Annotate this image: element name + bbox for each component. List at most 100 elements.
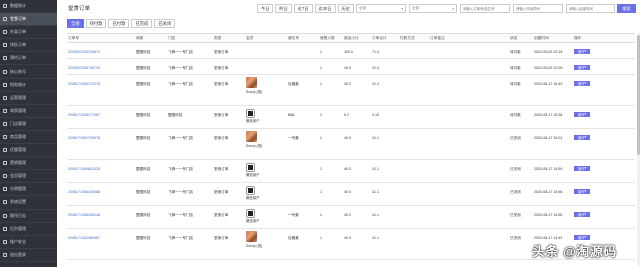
sidebar-item[interactable]: 系统设置 xyxy=(0,196,57,210)
row-action-label: 操作 xyxy=(577,212,585,217)
column-header: 就餐人数 xyxy=(320,35,335,40)
sidebar-item[interactable]: 排队订单 xyxy=(0,39,57,53)
cell-order-no[interactable]: 2008171442480567 xyxy=(67,229,135,259)
cell-total: 41.1 xyxy=(372,213,379,217)
cell-order-no[interactable]: 2008171459602325 xyxy=(67,160,135,182)
cell-people: 1 xyxy=(320,50,322,54)
cell-pay xyxy=(399,183,429,205)
column-header: 商家 xyxy=(136,35,144,40)
row-action-button[interactable]: 操作 ▾ xyxy=(574,165,590,171)
order-search-input[interactable] xyxy=(460,4,510,13)
sidebar-item[interactable]: 外卖订单 xyxy=(0,26,57,40)
menu-icon xyxy=(3,108,7,113)
date-filter-button[interactable]: 近30日 xyxy=(314,4,336,13)
sidebar-item[interactable]: 门店管理 xyxy=(0,118,57,131)
row-action-button[interactable]: 操作 ▾ xyxy=(574,134,590,140)
avatar xyxy=(246,231,257,242)
cell-order-no[interactable]: 2008171456430088 xyxy=(67,183,135,205)
cell-order-no[interactable]: 2008171455260246 xyxy=(67,206,135,228)
start-time-input[interactable] xyxy=(513,4,563,13)
cell-status: 已关闭 xyxy=(510,213,521,217)
cell-created: 2020-08-17 15:38 xyxy=(534,113,563,117)
cell-order-no[interactable]: 2008171501790578 xyxy=(67,129,135,159)
sidebar-item-label: 操作日志 xyxy=(10,212,26,218)
sidebar-item[interactable]: 分销管理 xyxy=(0,183,57,197)
sidebar-item-label: 核心账号 xyxy=(10,68,26,74)
row-action-button[interactable]: 操作 ▾ xyxy=(574,64,590,70)
action-cell: 操作 ▾ xyxy=(573,183,613,205)
sidebar-item-label: 营销管理 xyxy=(10,160,26,166)
cell-people: 1 xyxy=(320,66,322,70)
cell-order-no[interactable]: 2209022235193670 xyxy=(67,43,135,58)
chevron-down-icon: ▾ xyxy=(452,6,454,11)
search-button[interactable]: 搜索 xyxy=(617,4,636,13)
menu-icon xyxy=(3,82,7,87)
cell-pay xyxy=(399,106,429,128)
member-cell: 微信用户 xyxy=(245,106,287,128)
sidebar-item[interactable]: 营销管理 xyxy=(0,157,57,171)
status-select[interactable]: 全部 ▾ xyxy=(409,4,457,13)
sidebar-item[interactable]: 数据统计 xyxy=(0,0,57,14)
menu-icon xyxy=(3,226,7,231)
row-action-button[interactable]: 操作 ▾ xyxy=(574,80,590,86)
date-filter-button[interactable]: 近7日 xyxy=(293,4,313,13)
member-name: Sonny (测) xyxy=(246,144,263,148)
chevron-down-icon: ▾ xyxy=(584,235,587,240)
date-filter-button[interactable]: 今日 xyxy=(257,4,274,13)
end-time-input[interactable] xyxy=(566,4,615,13)
column-header: 订单号 xyxy=(68,35,80,40)
cell-type: 堂食订单 xyxy=(214,167,229,171)
sidebar-item[interactable]: 后台管理 xyxy=(0,223,57,236)
cell-created: 2022-09-02 22:09 xyxy=(534,66,563,70)
sidebar-item[interactable]: 核心账号 xyxy=(0,65,57,79)
sidebar-item[interactable]: 运营管理 xyxy=(0,92,57,105)
status-tab[interactable]: 已付款 xyxy=(108,19,130,28)
sidebar-item[interactable]: 会员管理 xyxy=(0,170,57,184)
cell-order-no[interactable]: 2209022209746739 xyxy=(67,59,135,74)
status-tab[interactable]: 全部 xyxy=(67,19,84,28)
sidebar-item[interactable]: 商家管理 xyxy=(0,105,57,118)
chevron-down-icon: ▾ xyxy=(584,112,587,117)
qr-code-icon xyxy=(246,163,255,172)
cell-note xyxy=(429,129,509,159)
sidebar-item[interactable]: 操作日志 xyxy=(0,210,57,223)
cell-total: 71.0 xyxy=(372,50,379,54)
date-filter-button[interactable]: 历史 xyxy=(337,4,354,13)
cell-order-no[interactable]: 2008171549172078 xyxy=(67,75,135,105)
row-action-button[interactable]: 操作 ▾ xyxy=(574,188,590,194)
sidebar-item[interactable]: 优惠管理 xyxy=(0,144,57,158)
cell-subtotal: 40.0 xyxy=(344,136,351,140)
cell-people: 1 xyxy=(320,213,322,217)
status-tab[interactable]: 待付款 xyxy=(85,19,107,28)
member-cell: Sonny (测) xyxy=(245,129,287,159)
date-filter-button[interactable]: 昨日 xyxy=(275,4,292,13)
cell-status: 已关闭 xyxy=(510,190,521,194)
cell-table: 包厢桌 xyxy=(288,236,299,240)
sidebar-item-label: 排队订单 xyxy=(10,42,26,48)
member-cell xyxy=(245,59,287,74)
cell-store: 飞烽一一号门店 xyxy=(168,50,194,54)
cell-order-no[interactable]: 2008171538177467 xyxy=(67,106,135,128)
row-action-button[interactable]: 操作 ▾ xyxy=(574,48,590,54)
store-select[interactable]: 全部 ▾ xyxy=(356,4,406,13)
sidebar-item-label: 门店管理 xyxy=(10,120,26,126)
avatar xyxy=(246,131,257,142)
sidebar-item[interactable]: 商品管理 xyxy=(0,131,57,145)
status-tab[interactable]: 已完成 xyxy=(131,19,153,28)
cell-note xyxy=(429,43,509,58)
sidebar-item[interactable]: 堂食订单 xyxy=(0,13,57,27)
row-action-button[interactable]: 操作 ▾ xyxy=(574,211,590,217)
sidebar-item[interactable]: 账户安全 xyxy=(0,236,57,249)
sidebar-item[interactable]: 退出登录 xyxy=(0,249,57,262)
cell-created: 2020-08-17 15:01 xyxy=(534,136,563,140)
status-tab[interactable]: 已关闭 xyxy=(154,19,176,28)
sidebar-item[interactable]: 预约订单 xyxy=(0,52,57,66)
sidebar-item[interactable]: 财务统计 xyxy=(0,79,57,92)
row-action-button[interactable]: 操作 ▾ xyxy=(574,111,590,117)
sidebar-item-label: 优惠管理 xyxy=(10,147,26,153)
row-action-button[interactable]: 操作 ▾ xyxy=(574,234,590,240)
row-action-label: 操作 xyxy=(577,65,585,70)
cell-pay xyxy=(399,43,429,58)
chevron-down-icon: ▾ xyxy=(401,6,403,11)
sidebar-item-label: 预约订单 xyxy=(10,55,26,61)
